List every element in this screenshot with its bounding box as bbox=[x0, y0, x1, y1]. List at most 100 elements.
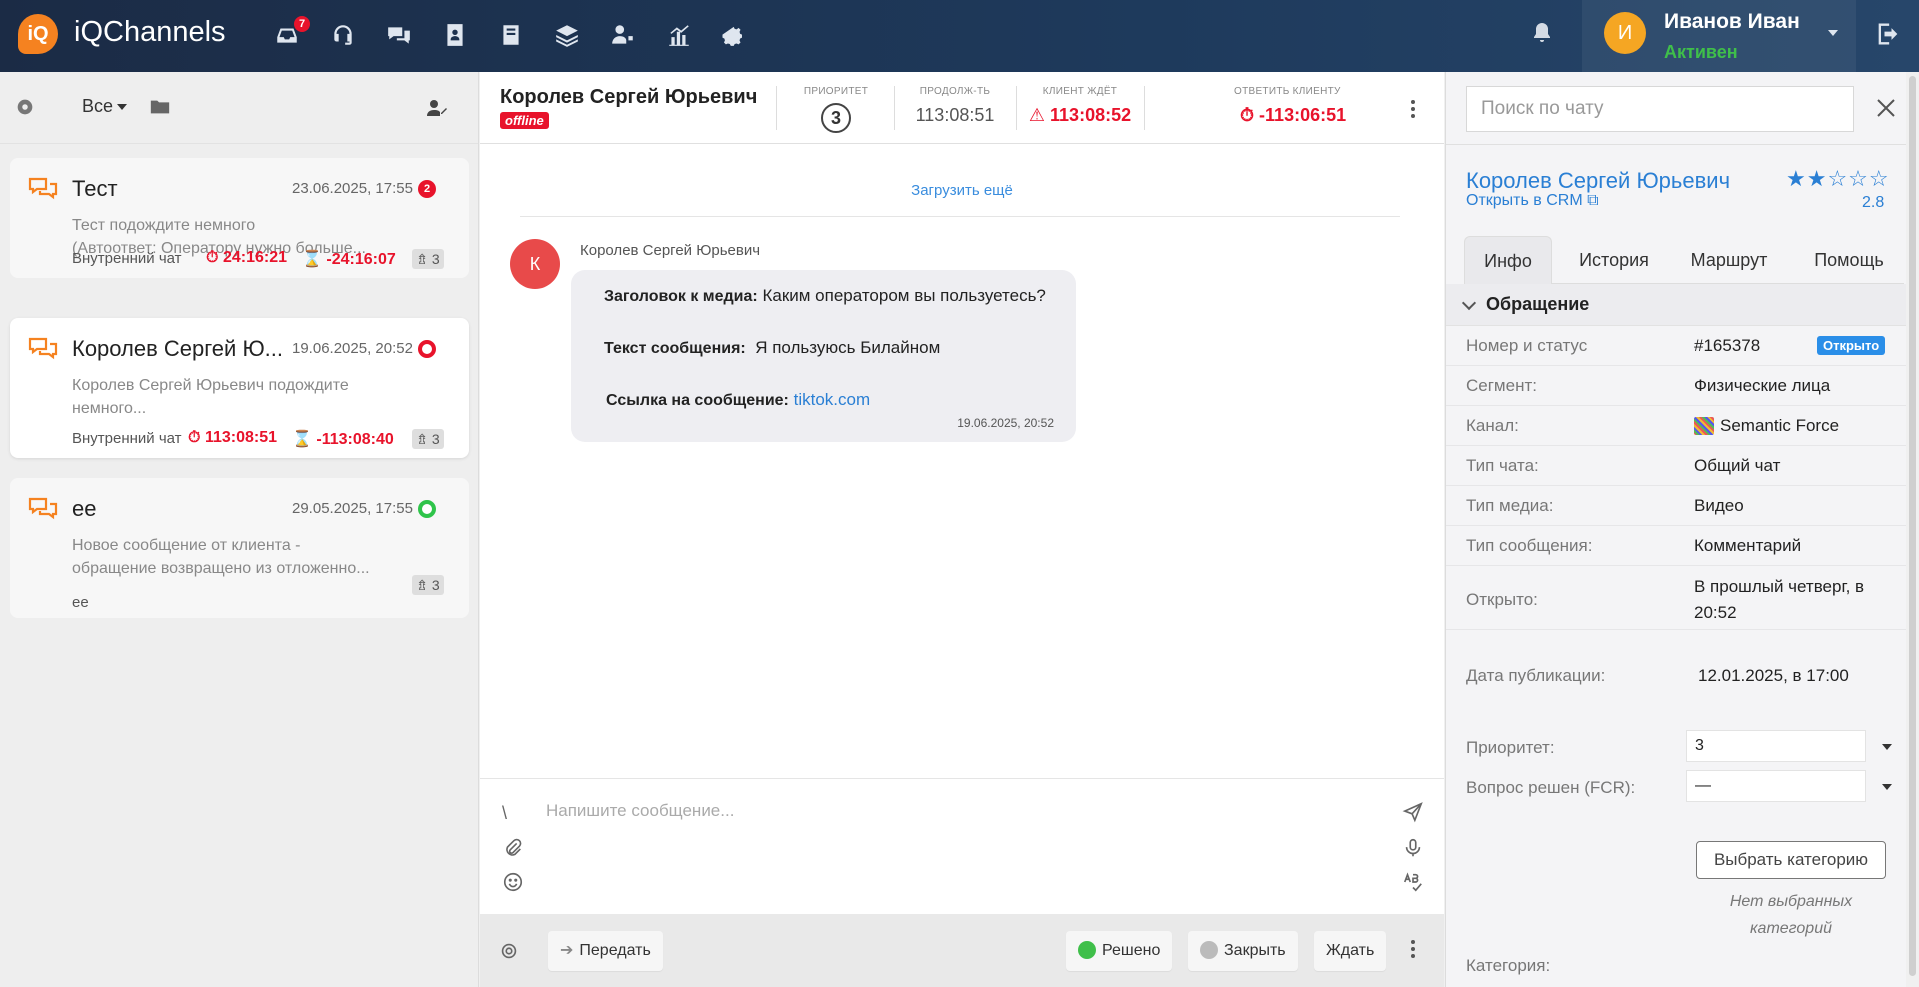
tab-history[interactable]: История bbox=[1564, 236, 1664, 284]
preview-line: немного... bbox=[72, 400, 147, 417]
scrollbar[interactable] bbox=[1906, 72, 1919, 987]
media-title-line: Заголовок к медиа: Каким оператором вы п… bbox=[604, 286, 1046, 306]
transfer-button[interactable]: ➔ Передать bbox=[548, 931, 663, 971]
filter-label: Все bbox=[82, 96, 114, 116]
headset-icon[interactable] bbox=[326, 18, 360, 52]
chats-icon[interactable] bbox=[382, 18, 416, 52]
conversation-card[interactable]: Королев Сергей Ю... 19.06.2025, 20:52 Ко… bbox=[10, 318, 469, 458]
conversation-channel: Внутренний чат bbox=[72, 430, 182, 447]
conversation-preview: Королев Сергей Юрьевич подождите немного… bbox=[72, 374, 402, 420]
close-icon[interactable] bbox=[1874, 96, 1898, 120]
assign-user-icon[interactable] bbox=[424, 96, 450, 120]
avatar: К bbox=[510, 239, 560, 289]
chat-header: Королев Сергей Юрьевич offline ПРИОРИТЕТ… bbox=[480, 72, 1444, 144]
open-crm-link[interactable]: Открыть в CRM ⧉ bbox=[1466, 192, 1599, 210]
button-label: Ждать bbox=[1326, 942, 1375, 959]
priority-chip: ⇯ 3 bbox=[412, 575, 444, 595]
conversation-channel: ее bbox=[72, 594, 89, 611]
section-header[interactable]: Обращение bbox=[1446, 284, 1919, 326]
close-chat-button[interactable]: Закрыть bbox=[1188, 931, 1298, 971]
contacts-icon[interactable] bbox=[438, 18, 472, 52]
row-value: Видео bbox=[1694, 496, 1744, 515]
send-icon[interactable] bbox=[1402, 801, 1424, 823]
timer-value: 113:08:51 bbox=[204, 429, 277, 446]
book-icon[interactable] bbox=[494, 18, 528, 52]
app-name: iQChannels bbox=[74, 16, 226, 48]
layers-icon[interactable] bbox=[550, 18, 584, 52]
info-row: Дата публикации: 12.01.2025, в 17:00 bbox=[1446, 630, 1919, 722]
stat-number: -113:06:51 bbox=[1259, 105, 1347, 125]
microphone-icon[interactable] bbox=[1402, 837, 1424, 859]
message-input[interactable]: Напишите сообщение... bbox=[546, 801, 734, 821]
chat-bubbles-icon bbox=[28, 496, 60, 524]
conversation-card[interactable]: ее 29.05.2025, 17:55 Новое сообщение от … bbox=[10, 478, 469, 618]
no-category-text: Нет выбранных категорий bbox=[1696, 888, 1886, 942]
chevron-down-icon bbox=[1882, 784, 1892, 790]
stat-value: ⏱ -113:06:51 bbox=[1240, 105, 1347, 125]
inbox-badge: 7 bbox=[294, 16, 310, 32]
button-label: Передать bbox=[579, 942, 651, 959]
note-line: категорий bbox=[1750, 920, 1832, 937]
close-icon bbox=[1200, 940, 1218, 959]
tab-info[interactable]: Инфо bbox=[1464, 236, 1552, 284]
message-link[interactable]: tiktok.com bbox=[794, 390, 871, 409]
info-row: Открыто: В прошлый четверг, в 20:52 bbox=[1446, 566, 1919, 630]
wait-button[interactable]: Ждать bbox=[1314, 931, 1387, 971]
tab-route[interactable]: Маршрут bbox=[1674, 236, 1784, 284]
stat-label: ПРИОРИТЕТ bbox=[803, 86, 869, 97]
preview-line: Новое сообщение от клиента - bbox=[72, 537, 301, 554]
field-value: Каким оператором вы пользуетесь? bbox=[762, 286, 1046, 305]
chat-bubbles-icon bbox=[28, 176, 60, 204]
emoji-icon[interactable] bbox=[502, 871, 524, 893]
paperclip-icon[interactable] bbox=[502, 837, 524, 859]
slash-command-icon[interactable]: \ bbox=[502, 803, 524, 825]
analytics-icon[interactable] bbox=[662, 18, 696, 52]
divider bbox=[1016, 86, 1017, 130]
stat-reply: ОТВЕТИТЬ КЛИЕНТУ ⏱ -113:06:51 bbox=[1092, 86, 1358, 126]
user-settings-icon[interactable] bbox=[606, 18, 640, 52]
timer-value: -113:08:40 bbox=[316, 431, 394, 448]
row-value: #165378 bbox=[1694, 336, 1761, 355]
stat-duration: ПРОДОЛЖ-ТЬ 113:08:51 bbox=[896, 86, 1014, 126]
more-icon[interactable] bbox=[1410, 100, 1416, 120]
avatar: И bbox=[1604, 12, 1646, 54]
chat-client-name: Королев Сергей Юрьевич bbox=[500, 86, 758, 108]
field-label: Текст сообщения: bbox=[604, 340, 746, 357]
filter-dropdown[interactable]: Все bbox=[82, 96, 128, 117]
timer-value: -24:16:07 bbox=[326, 251, 396, 268]
top-bar: iQ iQChannels 7 И Иванов Иван Активен bbox=[0, 0, 1919, 72]
tab-help[interactable]: Помощь bbox=[1794, 236, 1904, 284]
conversation-preview: Новое сообщение от клиента - обращение в… bbox=[72, 534, 402, 580]
user-menu[interactable]: И Иванов Иван Активен bbox=[1582, 0, 1856, 72]
settings-icon[interactable] bbox=[718, 18, 752, 52]
row-label: Тип медиа: bbox=[1466, 496, 1554, 515]
row-label: Номер и статус bbox=[1466, 336, 1588, 355]
spellcheck-icon[interactable] bbox=[1402, 871, 1424, 893]
check-icon bbox=[1078, 940, 1096, 959]
conversation-title: ее bbox=[72, 496, 97, 521]
fcr-select[interactable]: — bbox=[1686, 770, 1866, 802]
stat-label: ПРОДОЛЖ-ТЬ bbox=[919, 86, 991, 97]
gear-icon[interactable] bbox=[14, 96, 36, 118]
priority-chip: ⇯ 3 bbox=[412, 429, 444, 449]
folder-icon[interactable] bbox=[148, 96, 172, 118]
scrollbar-thumb[interactable] bbox=[1909, 76, 1916, 976]
choose-category-button[interactable]: Выбрать категорию bbox=[1696, 841, 1886, 879]
gear-icon[interactable] bbox=[498, 940, 520, 962]
priority-select[interactable]: 3 bbox=[1686, 730, 1866, 762]
rating-stars: ★★☆☆☆ bbox=[1786, 166, 1890, 191]
bell-icon[interactable] bbox=[1530, 20, 1554, 46]
conversation-card[interactable]: Тест 23.06.2025, 17:55 2 Тест подождите … bbox=[10, 158, 469, 278]
client-name-link[interactable]: Королев Сергей Юрьевич bbox=[1466, 168, 1730, 194]
load-more-link[interactable]: Загрузить ещё bbox=[480, 182, 1444, 199]
client-info-panel: Поиск по чату Королев Сергей Юрьевич Отк… bbox=[1445, 72, 1919, 987]
message-composer[interactable]: \ Напишите сообщение... bbox=[480, 778, 1444, 914]
chat-search-input[interactable]: Поиск по чату bbox=[1466, 86, 1854, 132]
channel-name: Semantic Force bbox=[1720, 416, 1840, 435]
inbox-icon[interactable]: 7 bbox=[270, 16, 310, 52]
more-icon[interactable] bbox=[1410, 940, 1416, 960]
logout-icon[interactable] bbox=[1874, 20, 1902, 48]
semantic-force-icon bbox=[1694, 416, 1714, 435]
resolved-button[interactable]: Решено bbox=[1066, 931, 1173, 971]
form-rows: Приоритет: 3 Вопрос решен (FCR): — bbox=[1446, 722, 1919, 812]
